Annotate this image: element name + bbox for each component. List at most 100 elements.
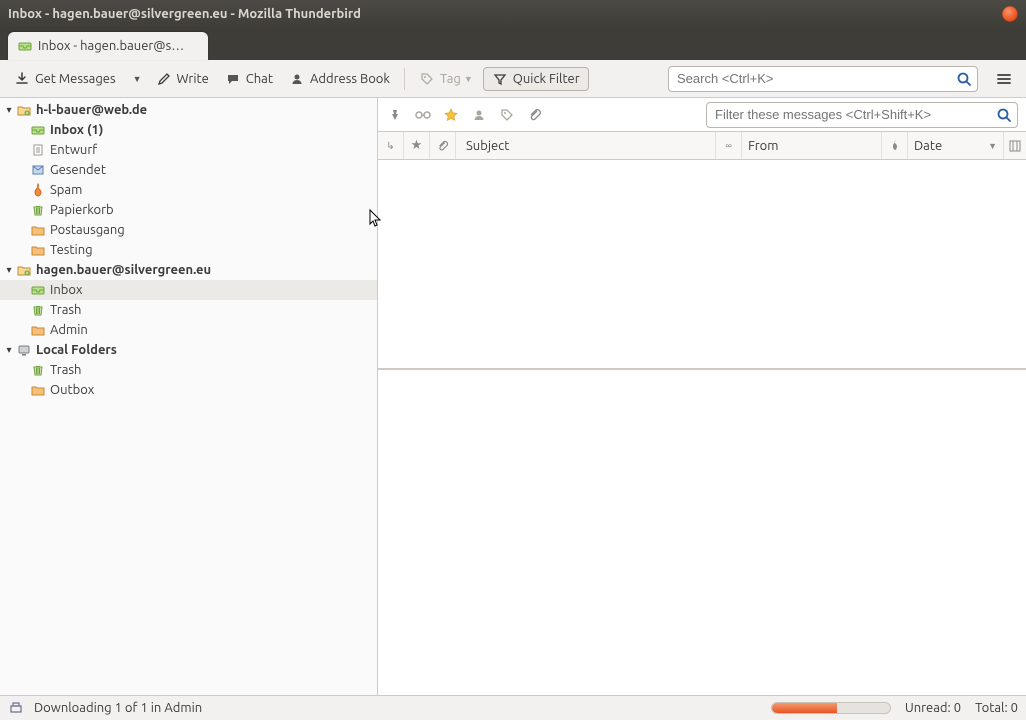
chat-icon bbox=[225, 71, 241, 87]
get-messages-dropdown[interactable]: ▼ bbox=[126, 71, 146, 87]
pencil-icon bbox=[156, 71, 172, 87]
folder-row[interactable]: Gesendet bbox=[0, 160, 377, 180]
chat-button[interactable]: Chat bbox=[219, 68, 279, 90]
tab-inbox[interactable]: Inbox - hagen.bauer@s… bbox=[8, 32, 208, 60]
global-search[interactable] bbox=[668, 66, 978, 92]
folder-label: Entwurf bbox=[50, 143, 97, 157]
folder-label: Postausgang bbox=[50, 223, 125, 237]
search-icon[interactable] bbox=[995, 106, 1013, 124]
folder-row[interactable]: Admin bbox=[0, 320, 377, 340]
flame-icon bbox=[890, 140, 900, 152]
folder-row[interactable]: Papierkorb bbox=[0, 200, 377, 220]
tag-icon bbox=[419, 71, 435, 87]
account-row[interactable]: ▾ h-l-bauer@web.de bbox=[0, 100, 377, 120]
message-list[interactable] bbox=[378, 160, 1026, 368]
computer-icon bbox=[16, 342, 32, 358]
get-messages-button[interactable]: Get Messages bbox=[8, 68, 122, 90]
date-column[interactable]: Date ▼ bbox=[908, 132, 1004, 159]
folder-row[interactable]: Trash bbox=[0, 360, 377, 380]
contact-filter-icon[interactable] bbox=[470, 106, 488, 124]
tab-strip: Inbox - hagen.bauer@s… bbox=[0, 28, 1026, 60]
folder-label: Testing bbox=[50, 243, 93, 257]
folder-label: Trash bbox=[50, 363, 81, 377]
inbox-icon bbox=[30, 282, 46, 298]
address-book-button[interactable]: Address Book bbox=[283, 68, 396, 90]
message-preview bbox=[378, 370, 1026, 695]
account-row[interactable]: ▾ hagen.bauer@silvergreen.eu bbox=[0, 260, 377, 280]
folder-label: Inbox bbox=[50, 283, 82, 297]
tag-button[interactable]: Tag ▼ bbox=[413, 68, 479, 90]
global-search-input[interactable] bbox=[677, 71, 955, 86]
app-menu-button[interactable] bbox=[990, 68, 1018, 90]
folder-row[interactable]: Spam bbox=[0, 180, 377, 200]
tag-label: Tag bbox=[440, 72, 461, 86]
attachment-icon bbox=[437, 140, 449, 152]
trash-icon bbox=[30, 302, 46, 318]
window-title: Inbox - hagen.bauer@silvergreen.eu - Moz… bbox=[8, 7, 1002, 21]
account-label: hagen.bauer@silvergreen.eu bbox=[36, 263, 211, 277]
account-label: Local Folders bbox=[36, 343, 117, 357]
folder-row[interactable]: Inbox bbox=[0, 280, 377, 300]
folder-label: Spam bbox=[50, 183, 82, 197]
attachment-filter-icon[interactable] bbox=[526, 106, 544, 124]
twisty-icon[interactable]: ▾ bbox=[4, 104, 14, 116]
tab-label: Inbox - hagen.bauer@s… bbox=[38, 39, 184, 53]
account-row[interactable]: ▾ Local Folders bbox=[0, 340, 377, 360]
message-filter-input[interactable] bbox=[715, 107, 995, 122]
account-label: h-l-bauer@web.de bbox=[36, 103, 147, 117]
folder-label: Outbox bbox=[50, 383, 94, 397]
caret-down-icon: ▼ bbox=[133, 74, 142, 84]
close-window-button[interactable] bbox=[1002, 6, 1018, 22]
toolbar-separator bbox=[404, 68, 405, 90]
folder-icon bbox=[30, 242, 46, 258]
folder-row[interactable]: Postausgang bbox=[0, 220, 377, 240]
star-filter-icon[interactable] bbox=[442, 106, 460, 124]
tag-filter-icon[interactable] bbox=[498, 106, 516, 124]
folder-icon bbox=[30, 222, 46, 238]
write-button[interactable]: Write bbox=[150, 68, 215, 90]
date-label: Date bbox=[914, 139, 942, 153]
twisty-icon[interactable]: ▾ bbox=[4, 344, 14, 356]
message-filter[interactable] bbox=[706, 102, 1018, 128]
subject-column[interactable]: Subject bbox=[456, 132, 716, 159]
star-column[interactable]: ★ bbox=[404, 132, 430, 159]
folder-row[interactable]: Inbox (1) bbox=[0, 120, 377, 140]
from-column[interactable]: From bbox=[742, 132, 882, 159]
column-picker-icon bbox=[1009, 140, 1021, 152]
twisty-icon[interactable]: ▾ bbox=[4, 264, 14, 276]
get-messages-label: Get Messages bbox=[35, 72, 116, 86]
inbox-icon bbox=[30, 122, 46, 138]
unread-filter-icon[interactable] bbox=[414, 106, 432, 124]
thread-icon: ↳ bbox=[386, 140, 394, 152]
address-book-label: Address Book bbox=[310, 72, 390, 86]
correspondent-icon: ∞ bbox=[725, 140, 731, 152]
draft-icon bbox=[30, 142, 46, 158]
folder-row[interactable]: Outbox bbox=[0, 380, 377, 400]
status-bar: Downloading 1 of 1 in Admin Unread: 0 To… bbox=[0, 695, 1026, 720]
subject-label: Subject bbox=[466, 139, 509, 153]
main-area: ▾ h-l-bauer@web.de Inbox (1) Entwurf Gesende… bbox=[0, 98, 1026, 695]
pin-filter-icon[interactable] bbox=[386, 106, 404, 124]
total-count: Total: 0 bbox=[975, 701, 1018, 715]
folder-label: Trash bbox=[50, 303, 81, 317]
message-pane: ↳ ★ Subject ∞ From Date ▼ bbox=[378, 98, 1026, 695]
folder-row[interactable]: Testing bbox=[0, 240, 377, 260]
attachment-column[interactable] bbox=[430, 132, 456, 159]
folder-label: Gesendet bbox=[50, 163, 106, 177]
quick-filter-button[interactable]: Quick Filter bbox=[483, 67, 589, 91]
correspondent-column[interactable]: ∞ bbox=[716, 132, 742, 159]
search-icon[interactable] bbox=[955, 70, 973, 88]
trash-icon bbox=[30, 202, 46, 218]
chat-label: Chat bbox=[246, 72, 273, 86]
hamburger-icon bbox=[996, 71, 1012, 87]
from-label: From bbox=[748, 139, 778, 153]
inbox-tab-icon bbox=[18, 39, 32, 53]
caret-down-icon: ▼ bbox=[464, 74, 473, 84]
folder-row[interactable]: Trash bbox=[0, 300, 377, 320]
activity-icon[interactable] bbox=[8, 700, 24, 716]
folder-row[interactable]: Entwurf bbox=[0, 140, 377, 160]
thread-column[interactable]: ↳ bbox=[378, 132, 404, 159]
junk-column[interactable] bbox=[882, 132, 908, 159]
sent-icon bbox=[30, 162, 46, 178]
column-picker[interactable] bbox=[1004, 132, 1026, 159]
